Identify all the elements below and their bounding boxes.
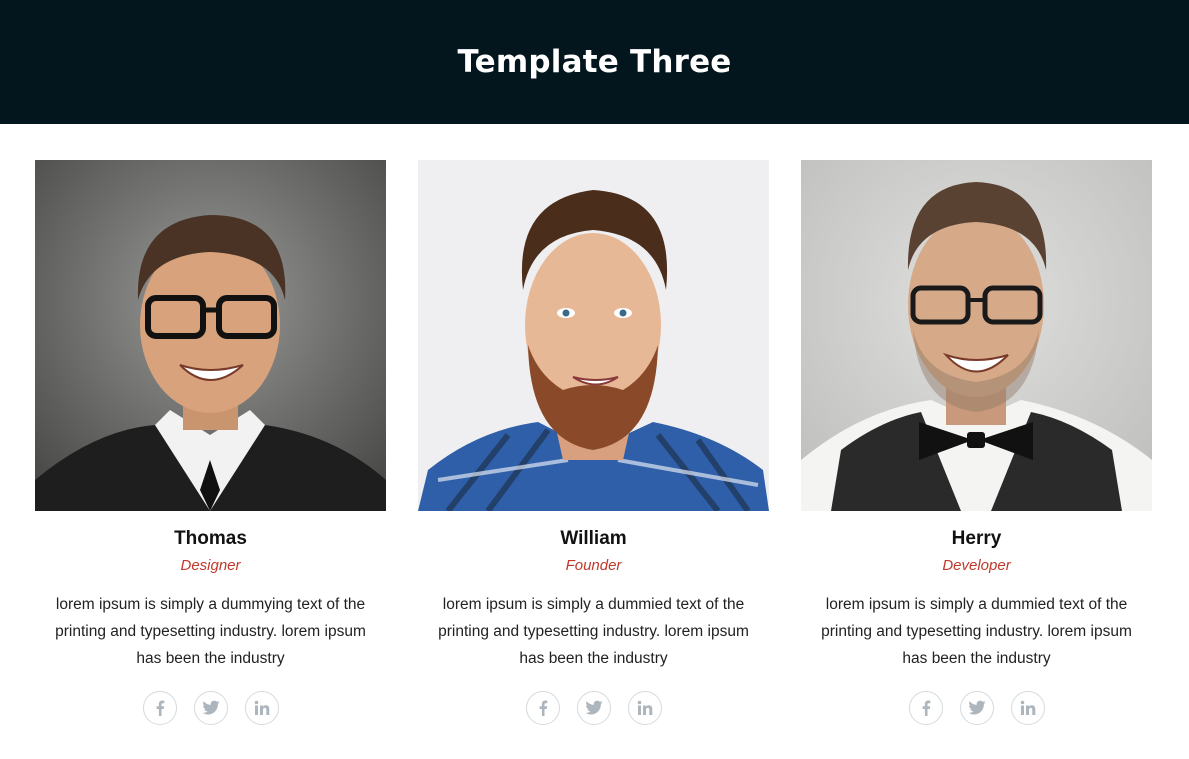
twitter-icon xyxy=(968,700,985,715)
twitter-link[interactable] xyxy=(959,691,994,725)
member-description: lorem ipsum is simply a dummied text of … xyxy=(821,596,1132,667)
twitter-icon xyxy=(585,700,602,715)
team-card-herry: Herry Developer lorem ipsum is simply a … xyxy=(801,160,1152,725)
linkedin-link[interactable] xyxy=(627,691,662,725)
social-links xyxy=(801,691,1152,725)
team-card-thomas: Thomas Designer lorem ipsum is simply a … xyxy=(35,160,386,725)
linkedin-link[interactable] xyxy=(1010,691,1045,725)
facebook-link[interactable] xyxy=(142,691,177,725)
facebook-link[interactable] xyxy=(908,691,943,725)
facebook-icon xyxy=(156,700,164,716)
facebook-link[interactable] xyxy=(525,691,560,725)
page-title: Template Three xyxy=(457,44,732,80)
member-name: Thomas xyxy=(174,528,247,549)
facebook-icon xyxy=(539,700,547,716)
twitter-link[interactable] xyxy=(576,691,611,725)
facebook-icon xyxy=(922,700,930,716)
member-role: Developer xyxy=(942,557,1011,574)
linkedin-icon xyxy=(254,700,269,715)
twitter-link[interactable] xyxy=(193,691,228,725)
member-name: William xyxy=(560,528,627,549)
linkedin-icon xyxy=(1020,700,1035,715)
member-role: Designer xyxy=(180,557,241,574)
social-links xyxy=(35,691,386,725)
member-role: Founder xyxy=(565,557,622,574)
social-links xyxy=(418,691,769,725)
twitter-icon xyxy=(202,700,219,715)
linkedin-icon xyxy=(637,700,652,715)
team-photo xyxy=(418,160,769,511)
linkedin-link[interactable] xyxy=(244,691,279,725)
member-description: lorem ipsum is simply a dummied text of … xyxy=(438,596,749,667)
member-description: lorem ipsum is simply a dummying text of… xyxy=(55,596,366,667)
member-name: Herry xyxy=(951,528,1002,549)
team-photo xyxy=(801,160,1152,511)
team-card-william: William Founder lorem ipsum is simply a … xyxy=(418,160,769,725)
page-header: Template Three xyxy=(0,0,1189,124)
team-photo xyxy=(35,160,386,511)
